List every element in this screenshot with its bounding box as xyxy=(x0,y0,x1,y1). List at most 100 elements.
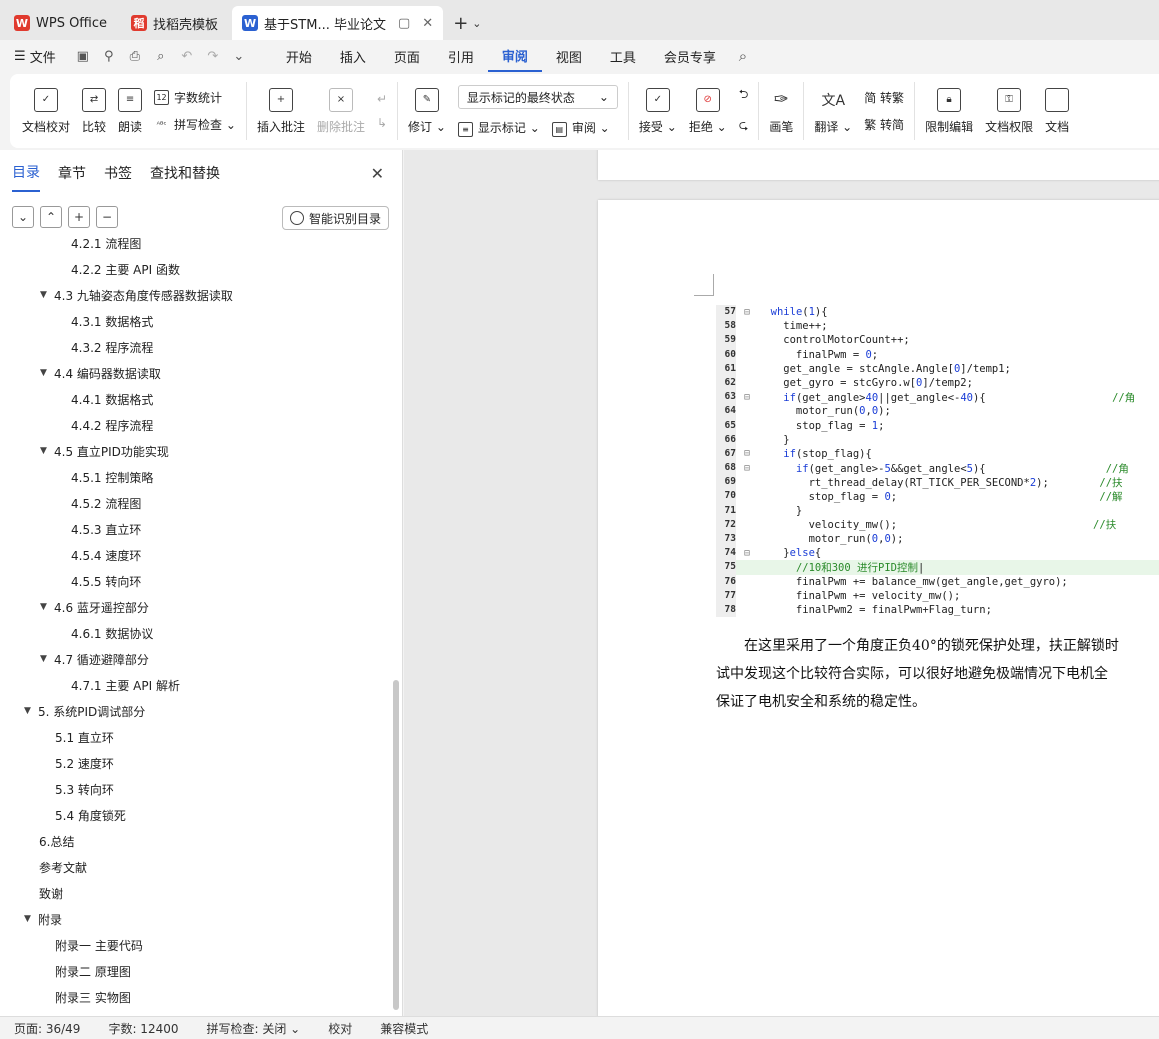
reject-button[interactable]: ⊘ 拒绝 ⌄ xyxy=(683,74,733,148)
close-icon[interactable]: ✕ xyxy=(371,164,384,183)
document-area[interactable]: 57 ⊟ while(1){58 time++; 59 controlMotorCo… xyxy=(404,150,1159,1016)
toc-item[interactable]: 4.3.1 数据格式 xyxy=(0,308,392,334)
pen-button[interactable]: ✑ 画笔 xyxy=(763,74,799,148)
toc-item[interactable]: 5.4 角度锁死 xyxy=(0,802,392,828)
toc-item[interactable]: 4.6.1 数据协议 xyxy=(0,620,392,646)
word-count-button[interactable]: 12 字数统计 xyxy=(154,89,236,106)
expand-arrow-icon[interactable]: ▼ xyxy=(40,446,54,456)
undo-icon[interactable]: ↶ xyxy=(176,45,198,67)
scrollbar[interactable] xyxy=(393,680,399,1010)
tab-bookmarks[interactable]: 书签 xyxy=(104,155,132,191)
toc-item[interactable]: 4.7.1 主要 API 解析 xyxy=(0,672,392,698)
tab-template[interactable]: 稻 找稻壳模板 xyxy=(121,6,228,40)
fold-icon[interactable]: ⊟ xyxy=(736,307,758,318)
spell-check-indicator[interactable]: 拼写检查: 关闭 ⌄ xyxy=(193,1020,315,1037)
close-tab-icon[interactable]: ✕ xyxy=(422,16,433,31)
expand-arrow-icon[interactable]: ▼ xyxy=(40,368,54,378)
spell-check-button[interactable]: ᴬᴮᶜ 拼写检查 ⌄ xyxy=(154,116,236,133)
new-tab-button[interactable]: + ⌄ xyxy=(443,6,491,40)
chevron-up-icon[interactable]: ⌃ xyxy=(40,206,62,228)
redo-icon[interactable]: ↷ xyxy=(202,45,224,67)
print-icon[interactable]: ⎙ xyxy=(124,45,146,67)
menu-tools[interactable]: 工具 xyxy=(596,40,650,72)
toc-item[interactable]: 参考文献 xyxy=(0,854,392,880)
minus-icon[interactable]: − xyxy=(96,206,118,228)
toc-item[interactable]: 4.5.1 控制策略 xyxy=(0,464,392,490)
translate-button[interactable]: 文A 翻译 ⌄ xyxy=(808,74,858,148)
read-aloud-button[interactable]: ≡ 朗读 xyxy=(112,74,148,148)
fold-icon[interactable]: ⊟ xyxy=(736,548,758,559)
tab-document[interactable]: W 基于STM... 毕业论文 ▢ ✕ xyxy=(232,6,444,40)
expand-arrow-icon[interactable]: ▼ xyxy=(40,290,54,300)
next-comment-icon[interactable]: ↳ xyxy=(377,116,387,130)
expand-arrow-icon[interactable]: ▼ xyxy=(24,706,38,716)
code-block[interactable]: 57 ⊟ while(1){58 time++; 59 controlMotorCo… xyxy=(716,305,1159,621)
show-markup-button[interactable]: ≡ 显示标记 ⌄ xyxy=(457,119,540,137)
expand-arrow-icon[interactable]: ▼ xyxy=(40,602,54,612)
menu-review[interactable]: 审阅 xyxy=(487,40,542,72)
menu-insert[interactable]: 插入 xyxy=(326,40,380,72)
toc-item[interactable]: ▼ 4.5 直立PID功能实现 xyxy=(0,438,392,464)
window-icon[interactable]: ▢ xyxy=(398,16,410,31)
markup-state-select[interactable]: 显示标记的最终状态 ⌄ xyxy=(457,85,618,109)
prev-revision-icon[interactable]: ⮌ xyxy=(739,85,749,106)
tab-chapters[interactable]: 章节 xyxy=(58,155,86,191)
toc-item[interactable]: ▼ 4.6 蓝牙遥控部分 xyxy=(0,594,392,620)
word-count-indicator[interactable]: 字数: 12400 xyxy=(94,1020,192,1037)
toc-item[interactable]: ▼ 附录 xyxy=(0,906,392,932)
toc-item[interactable]: 4.5.4 速度环 xyxy=(0,542,392,568)
menu-reference[interactable]: 引用 xyxy=(434,40,488,72)
trad-to-simp-button[interactable]: 繁 转简 xyxy=(864,116,904,133)
fold-icon[interactable]: ⊟ xyxy=(736,392,758,403)
plus-icon[interactable]: + xyxy=(68,206,90,228)
tab-find-replace[interactable]: 查找和替换 xyxy=(150,155,220,191)
toc-item[interactable]: 附录二 原理图 xyxy=(0,958,392,984)
toc-item[interactable]: 附录三 实物图 xyxy=(0,984,392,1008)
simp-to-trad-button[interactable]: 简 转繁 xyxy=(864,89,904,106)
fold-icon[interactable]: ⊟ xyxy=(736,448,758,459)
insert-comment-button[interactable]: + 插入批注 xyxy=(251,74,311,148)
search-icon[interactable]: ⌕ xyxy=(732,45,754,67)
toc-item[interactable]: 4.3.2 程序流程 xyxy=(0,334,392,360)
review-pane-button[interactable]: ▤ 审阅 ⌄ xyxy=(551,119,610,137)
compare-button[interactable]: ⇄ 比较 xyxy=(76,74,112,148)
toc-item[interactable]: ▼ 4.7 循迹避障部分 xyxy=(0,646,392,672)
expand-arrow-icon[interactable]: ▼ xyxy=(24,914,38,924)
toc-item[interactable]: ▼ 4.4 编码器数据读取 xyxy=(0,360,392,386)
toc-item[interactable]: ▼ 5. 系统PID调试部分 xyxy=(0,698,392,724)
toc-item[interactable]: 4.5.3 直立环 xyxy=(0,516,392,542)
toc-item[interactable]: 4.4.2 程序流程 xyxy=(0,412,392,438)
smart-toc-button[interactable]: 智能识别目录 xyxy=(281,206,389,230)
menu-view[interactable]: 视图 xyxy=(542,40,596,72)
fold-icon[interactable]: ⊟ xyxy=(736,463,758,474)
share-icon[interactable]: ⚲ xyxy=(98,45,120,67)
toc-item[interactable]: 4.5.5 转向环 xyxy=(0,568,392,594)
menu-page[interactable]: 页面 xyxy=(380,40,434,72)
toc-item[interactable]: 4.2.1 流程图 xyxy=(0,230,392,256)
chevron-down-icon[interactable]: ⌄ xyxy=(472,17,481,30)
prev-comment-icon[interactable]: ↵ xyxy=(377,92,387,106)
delete-comment-button[interactable]: × 删除批注 xyxy=(311,74,371,148)
preview-icon[interactable]: ⌕ xyxy=(150,45,172,67)
save-icon[interactable]: ▣ xyxy=(72,45,94,67)
chevron-down-icon[interactable]: ⌄ xyxy=(12,206,34,228)
doc-permission-button[interactable]: ⚿ 文档权限 xyxy=(979,74,1039,148)
toc-item[interactable]: 6.总结 xyxy=(0,828,392,854)
toc-item[interactable]: 5.3 转向环 xyxy=(0,776,392,802)
proofread-indicator[interactable]: 校对 xyxy=(314,1020,366,1037)
file-menu[interactable]: ☰ 文件 xyxy=(0,40,70,72)
toc-item[interactable]: 5.2 速度环 xyxy=(0,750,392,776)
more-icon[interactable]: ⌄ xyxy=(228,45,250,67)
toc-item[interactable]: 附录一 主要代码 xyxy=(0,932,392,958)
doc-check-button[interactable]: ✓ 文档校对 xyxy=(16,74,76,148)
expand-arrow-icon[interactable]: ▼ xyxy=(40,654,54,664)
toc-item[interactable]: 4.2.2 主要 API 函数 xyxy=(0,256,392,282)
toc-item[interactable]: 致谢 xyxy=(0,880,392,906)
toc-item[interactable]: 5.1 直立环 xyxy=(0,724,392,750)
toc-item[interactable]: ▼ 4.3 九轴姿态角度传感器数据读取 xyxy=(0,282,392,308)
tab-wps-office[interactable]: W WPS Office xyxy=(4,6,117,40)
menu-home[interactable]: 开始 xyxy=(272,40,326,72)
tab-toc[interactable]: 目录 xyxy=(12,154,40,192)
toc-item[interactable]: 4.5.2 流程图 xyxy=(0,490,392,516)
page-indicator[interactable]: 页面: 36/49 xyxy=(0,1020,94,1037)
